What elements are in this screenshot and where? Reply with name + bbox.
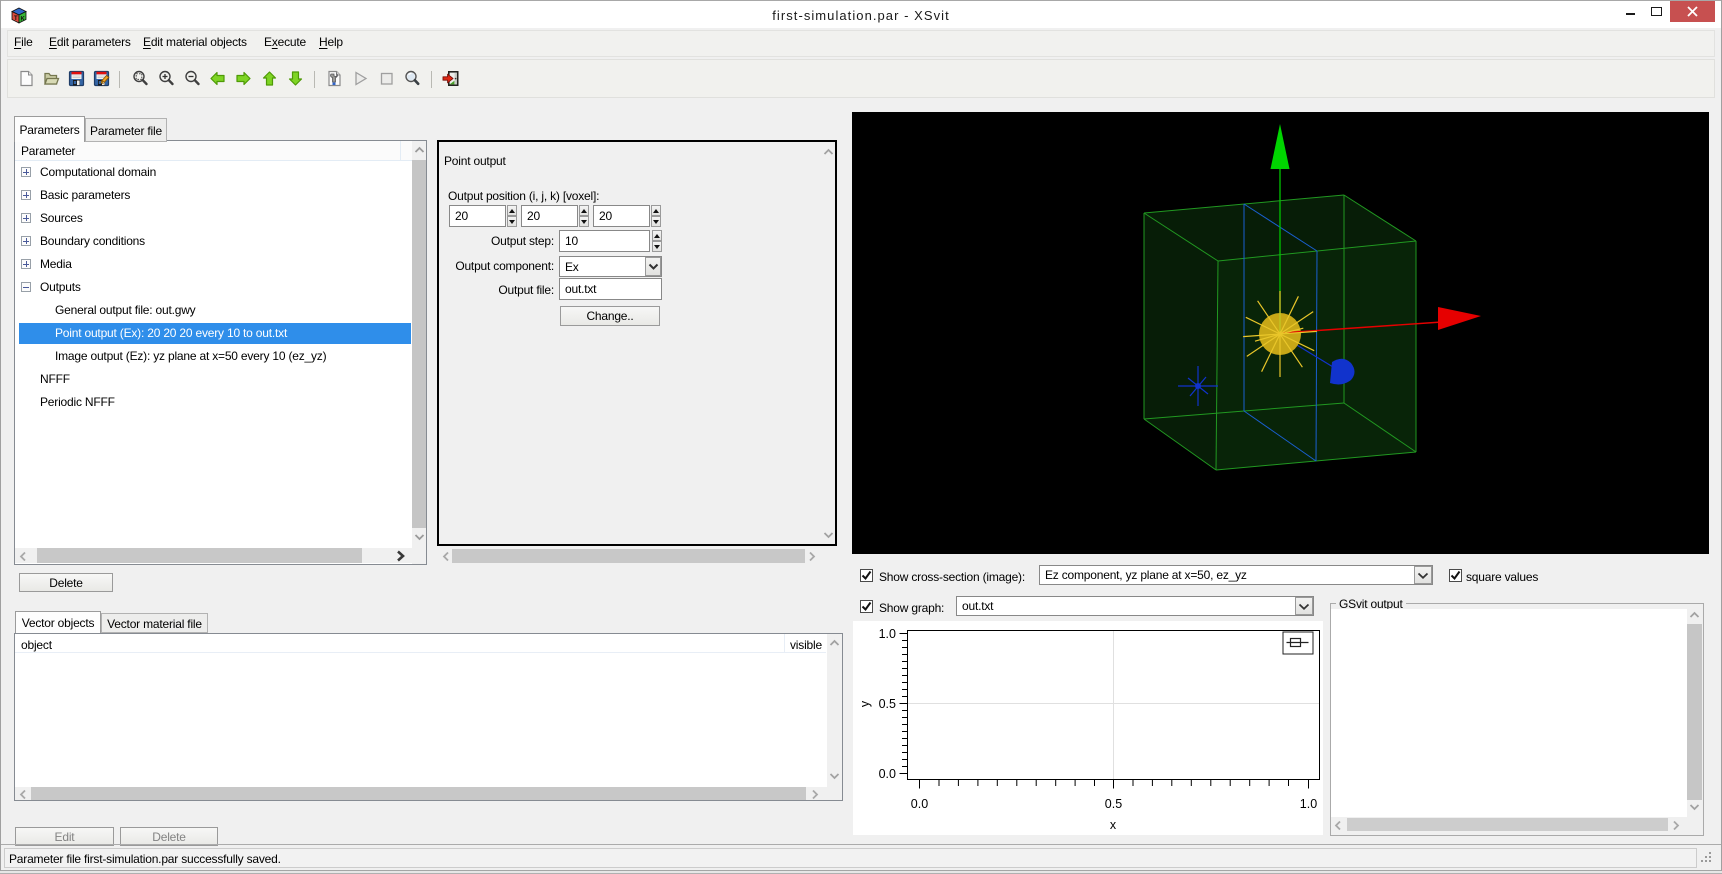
svg-text:x: x [1110,818,1117,832]
svg-text:0.5: 0.5 [879,697,896,711]
svg-text:T: T [14,16,18,22]
svg-text:0.0: 0.0 [911,797,928,811]
svg-text:0.5: 0.5 [1105,797,1122,811]
svg-text:0.0: 0.0 [879,767,896,781]
svg-text:y: y [858,700,872,707]
svg-text:K: K [21,17,26,23]
svg-text:1.0: 1.0 [1300,797,1317,811]
svg-text:1.0: 1.0 [879,627,896,641]
